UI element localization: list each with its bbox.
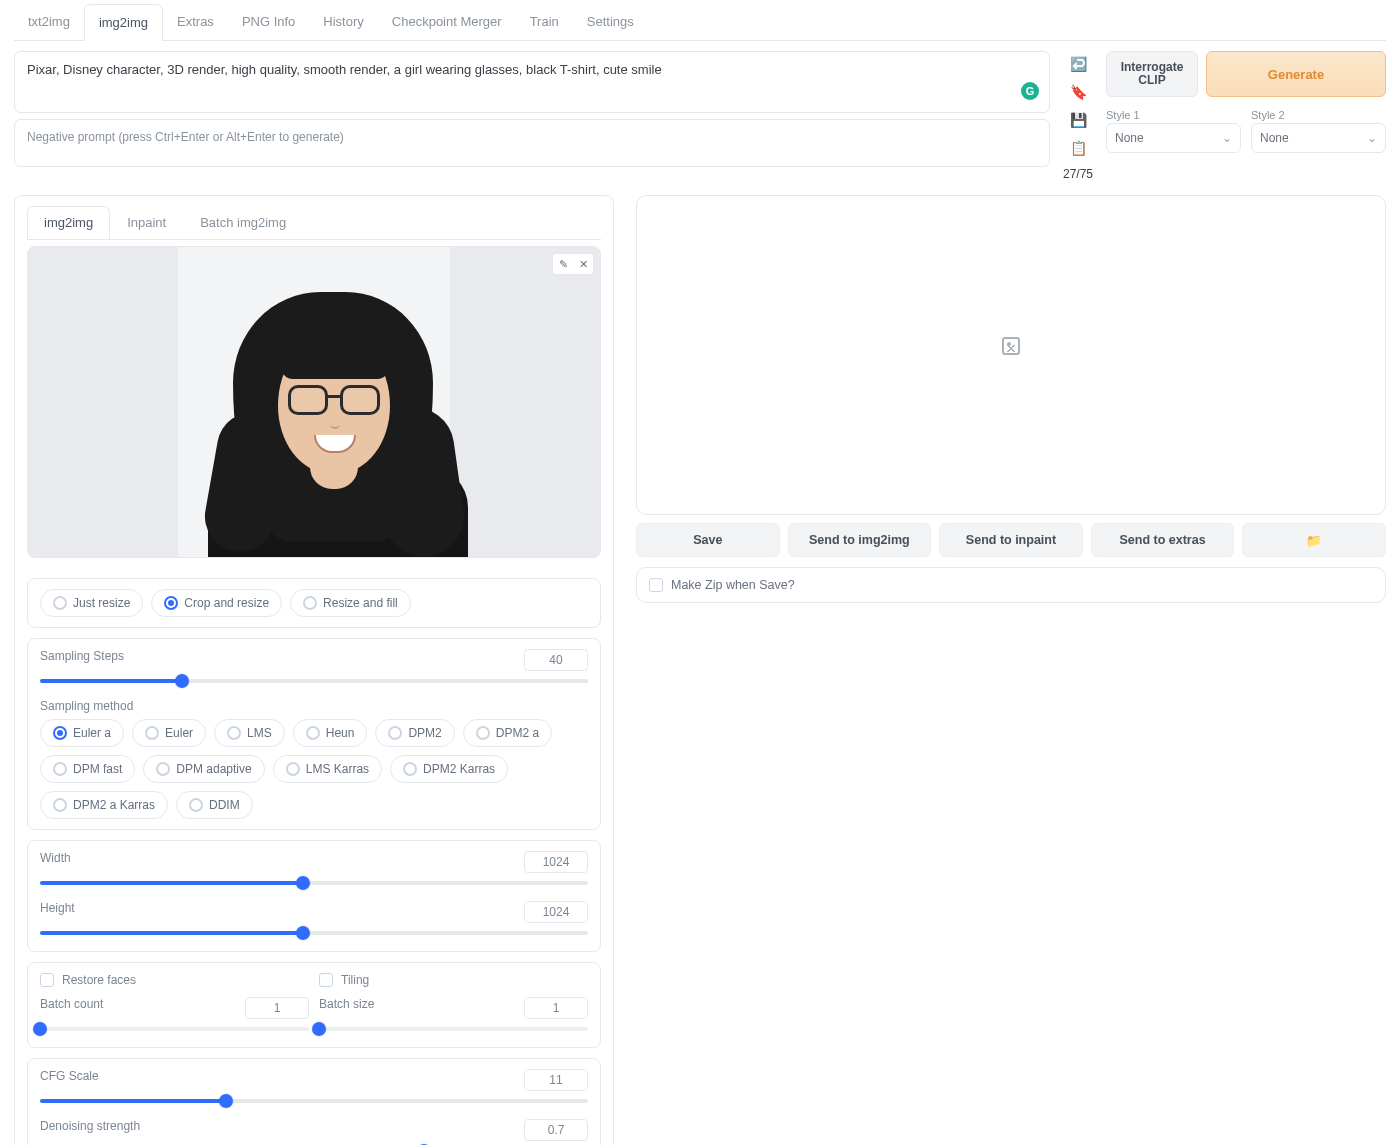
grammarly-icon[interactable]: G	[1021, 82, 1039, 100]
clipboard-icon[interactable]: 📋	[1067, 137, 1089, 159]
send-to-extras-button[interactable]: Send to extras	[1091, 523, 1235, 557]
batchcount-label: Batch count	[40, 997, 231, 1011]
negative-prompt-input[interactable]: Negative prompt (press Ctrl+Enter or Alt…	[14, 119, 1050, 167]
batchsize-label: Batch size	[319, 997, 510, 1011]
cfg-slider[interactable]	[40, 1091, 588, 1109]
cfg-value[interactable]: 11	[524, 1069, 588, 1091]
subtab-img2img[interactable]: img2img	[27, 206, 110, 239]
sampler-dpm2karras[interactable]: DPM2 Karras	[390, 755, 508, 783]
subtab-inpaint[interactable]: Inpaint	[110, 206, 183, 239]
prompt-text: Pixar, Disney character, 3D render, high…	[27, 62, 662, 77]
send-to-img2img-button[interactable]: Send to img2img	[788, 523, 932, 557]
sampler-dpm2a[interactable]: DPM2 a	[463, 719, 552, 747]
batchsize-value[interactable]: 1	[524, 997, 588, 1019]
cfg-label: CFG Scale	[40, 1069, 510, 1083]
batchcount-slider[interactable]	[40, 1019, 309, 1037]
sampling-method-radio: Euler a Euler LMS Heun DPM2 DPM2 a DPM f…	[40, 719, 588, 819]
tab-img2img[interactable]: img2img	[84, 4, 163, 41]
photo-preview	[28, 247, 600, 557]
generate-button[interactable]: Generate	[1206, 51, 1386, 97]
denoise-value[interactable]: 0.7	[524, 1119, 588, 1141]
prompt-tool-column: ↩️ 🔖 💾 📋 27/75	[1060, 53, 1096, 181]
style1-label: Style 1	[1106, 109, 1241, 121]
sampler-lms[interactable]: LMS	[214, 719, 285, 747]
sampler-dpm2[interactable]: DPM2	[375, 719, 454, 747]
tab-settings[interactable]: Settings	[573, 4, 648, 40]
tab-pnginfo[interactable]: PNG Info	[228, 4, 309, 40]
tab-extras[interactable]: Extras	[163, 4, 228, 40]
height-slider[interactable]	[40, 923, 588, 941]
chevron-down-icon: ⌄	[1222, 131, 1232, 145]
batchsize-slider[interactable]	[319, 1019, 588, 1037]
save-icon[interactable]: 💾	[1067, 109, 1089, 131]
steps-label: Sampling Steps	[40, 649, 510, 663]
steps-value[interactable]: 40	[524, 649, 588, 671]
sampler-euler[interactable]: Euler	[132, 719, 206, 747]
denoise-label: Denoising strength	[40, 1119, 510, 1133]
sampler-dpmadaptive[interactable]: DPM adaptive	[143, 755, 264, 783]
width-slider[interactable]	[40, 873, 588, 891]
batchcount-value[interactable]: 1	[245, 997, 309, 1019]
denoise-slider[interactable]	[40, 1141, 588, 1145]
sampler-euler-a[interactable]: Euler a	[40, 719, 124, 747]
style1-select[interactable]: None⌄	[1106, 123, 1241, 153]
input-image[interactable]: ✎ ✕	[27, 246, 601, 558]
sampler-dpmfast[interactable]: DPM fast	[40, 755, 135, 783]
tab-txt2img[interactable]: txt2img	[14, 4, 84, 40]
tiling-checkbox[interactable]: Tiling	[319, 973, 588, 987]
sampling-label: Sampling method	[40, 699, 588, 713]
sampler-dpm2akarras[interactable]: DPM2 a Karras	[40, 791, 168, 819]
restore-faces-checkbox[interactable]: Restore faces	[40, 973, 309, 987]
image-placeholder-icon	[1002, 337, 1020, 355]
prompt-input[interactable]: Pixar, Disney character, 3D render, high…	[14, 51, 1050, 113]
arrow-icon[interactable]: ↩️	[1067, 53, 1089, 75]
resize-crop[interactable]: Crop and resize	[151, 589, 282, 617]
tab-history[interactable]: History	[309, 4, 377, 40]
open-folder-button[interactable]: 📁	[1242, 523, 1386, 557]
sampler-ddim[interactable]: DDIM	[176, 791, 253, 819]
subtab-batch[interactable]: Batch img2img	[183, 206, 303, 239]
style2-label: Style 2	[1251, 109, 1386, 121]
edit-icon[interactable]: ✎	[554, 255, 572, 273]
sampler-heun[interactable]: Heun	[293, 719, 368, 747]
interrogate-clip-button[interactable]: Interrogate CLIP	[1106, 51, 1198, 97]
send-to-inpaint-button[interactable]: Send to inpaint	[939, 523, 1083, 557]
close-icon[interactable]: ✕	[574, 255, 592, 273]
resize-mode-radio: Just resize Crop and resize Resize and f…	[40, 589, 588, 617]
bookmark-icon[interactable]: 🔖	[1067, 81, 1089, 103]
sampler-lmskarras[interactable]: LMS Karras	[273, 755, 382, 783]
main-tabs: txt2img img2img Extras PNG Info History …	[14, 4, 1386, 41]
make-zip-checkbox[interactable]: Make Zip when Save?	[636, 567, 1386, 603]
width-label: Width	[40, 851, 510, 865]
width-value[interactable]: 1024	[524, 851, 588, 873]
output-preview	[636, 195, 1386, 515]
style2-select[interactable]: None⌄	[1251, 123, 1386, 153]
subtabs: img2img Inpaint Batch img2img	[15, 196, 613, 239]
resize-fill[interactable]: Resize and fill	[290, 589, 411, 617]
tab-train[interactable]: Train	[516, 4, 573, 40]
resize-just[interactable]: Just resize	[40, 589, 143, 617]
steps-slider[interactable]	[40, 671, 588, 689]
save-button[interactable]: Save	[636, 523, 780, 557]
tab-ckptmerge[interactable]: Checkpoint Merger	[378, 4, 516, 40]
chevron-down-icon: ⌄	[1367, 131, 1377, 145]
height-value[interactable]: 1024	[524, 901, 588, 923]
height-label: Height	[40, 901, 510, 915]
token-count: 27/75	[1063, 167, 1093, 181]
